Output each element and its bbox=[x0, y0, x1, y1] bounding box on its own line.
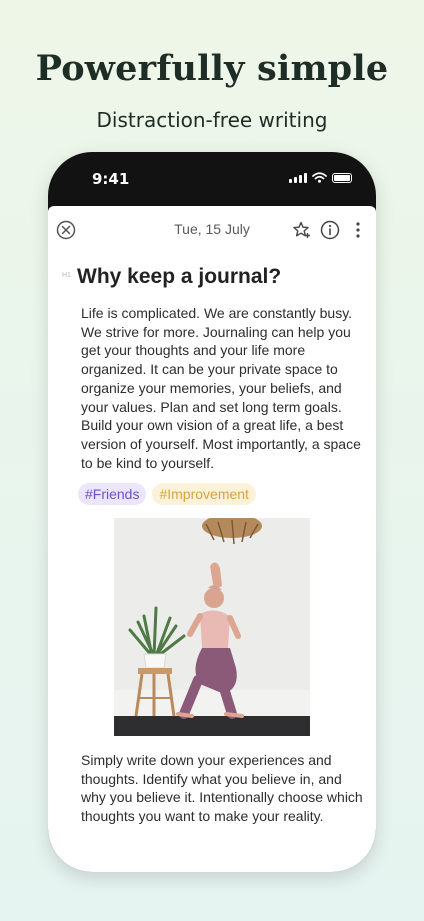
battery-icon bbox=[332, 172, 352, 183]
phone-frame: 9:41 Tue, 15 July H1 Why keep a journal?… bbox=[48, 152, 376, 872]
heading-level-marker: H1 bbox=[62, 272, 71, 279]
wifi-icon bbox=[312, 172, 327, 183]
entry-toolbar: Tue, 15 July bbox=[48, 218, 376, 242]
entry-title[interactable]: Why keep a journal? bbox=[77, 265, 281, 289]
more-vertical-icon[interactable] bbox=[352, 220, 364, 240]
tag-friends[interactable]: #Friends bbox=[78, 483, 147, 505]
tag-improvement[interactable]: #Improvement bbox=[152, 483, 256, 505]
status-bar: 9:41 bbox=[48, 152, 376, 206]
cellular-signal-icon bbox=[289, 172, 307, 183]
tag-list: #Friends #Improvement bbox=[78, 483, 256, 505]
promo-headline: Powerfully simple bbox=[35, 48, 389, 89]
entry-paragraph-closing[interactable]: Simply write down your experiences and t… bbox=[81, 751, 369, 826]
status-time: 9:41 bbox=[92, 170, 130, 188]
yoga-photo[interactable] bbox=[114, 518, 310, 736]
info-icon[interactable] bbox=[320, 220, 340, 240]
promo-subheadline: Distraction-free writing bbox=[96, 108, 328, 132]
entry-paragraph[interactable]: Life is complicated. We are constantly b… bbox=[81, 304, 369, 472]
star-icon[interactable] bbox=[292, 220, 312, 240]
journal-screen: Tue, 15 July H1 Why keep a journal? Life… bbox=[48, 206, 376, 872]
